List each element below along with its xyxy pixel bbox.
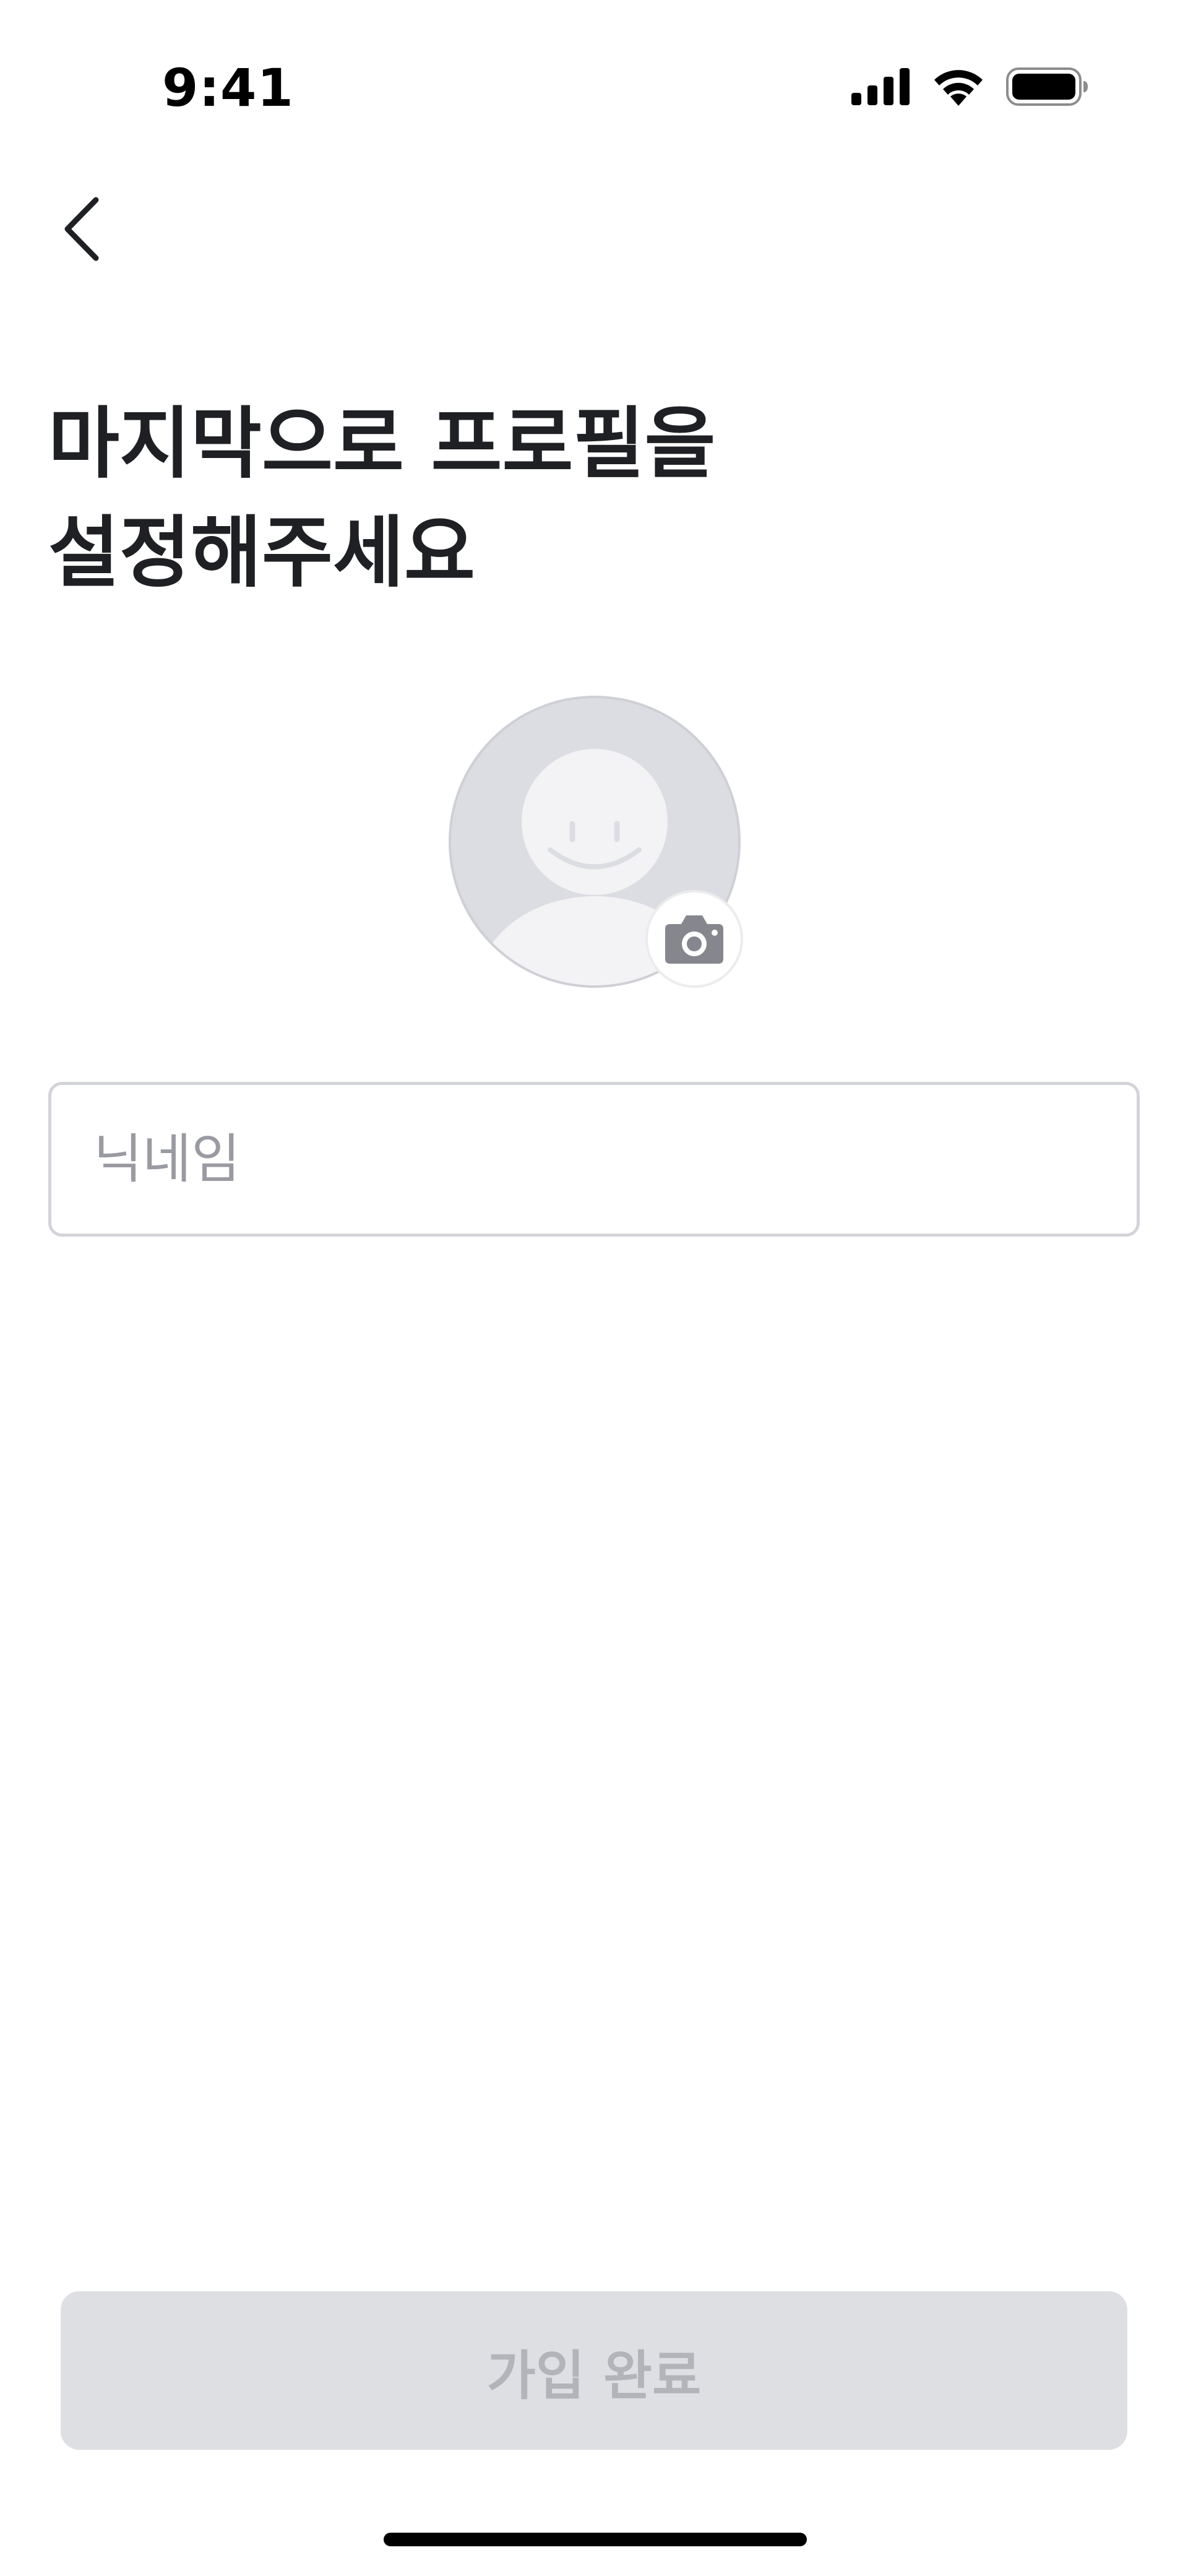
change-photo-button[interactable] bbox=[645, 890, 743, 988]
nickname-input[interactable] bbox=[48, 1082, 1140, 1237]
wifi-icon bbox=[934, 70, 983, 106]
home-indicator[interactable] bbox=[384, 2533, 807, 2546]
cellular-signal-icon bbox=[851, 68, 910, 105]
back-button[interactable] bbox=[51, 186, 113, 272]
chevron-left-icon bbox=[64, 197, 99, 261]
page-title-line-1: 마지막으로 프로필을 bbox=[48, 399, 716, 489]
page-title: 마지막으로 프로필을 설정해주세요 bbox=[48, 390, 1100, 608]
camera-icon bbox=[665, 915, 723, 964]
status-time: 9:41 bbox=[162, 58, 294, 118]
page-title-line-2: 설정해주세요 bbox=[48, 508, 475, 598]
signup-complete-button[interactable]: 가입 완료 bbox=[61, 2291, 1127, 2450]
battery-icon bbox=[1006, 67, 1088, 106]
profile-image-picker[interactable] bbox=[449, 696, 743, 988]
status-icons bbox=[851, 62, 1089, 111]
